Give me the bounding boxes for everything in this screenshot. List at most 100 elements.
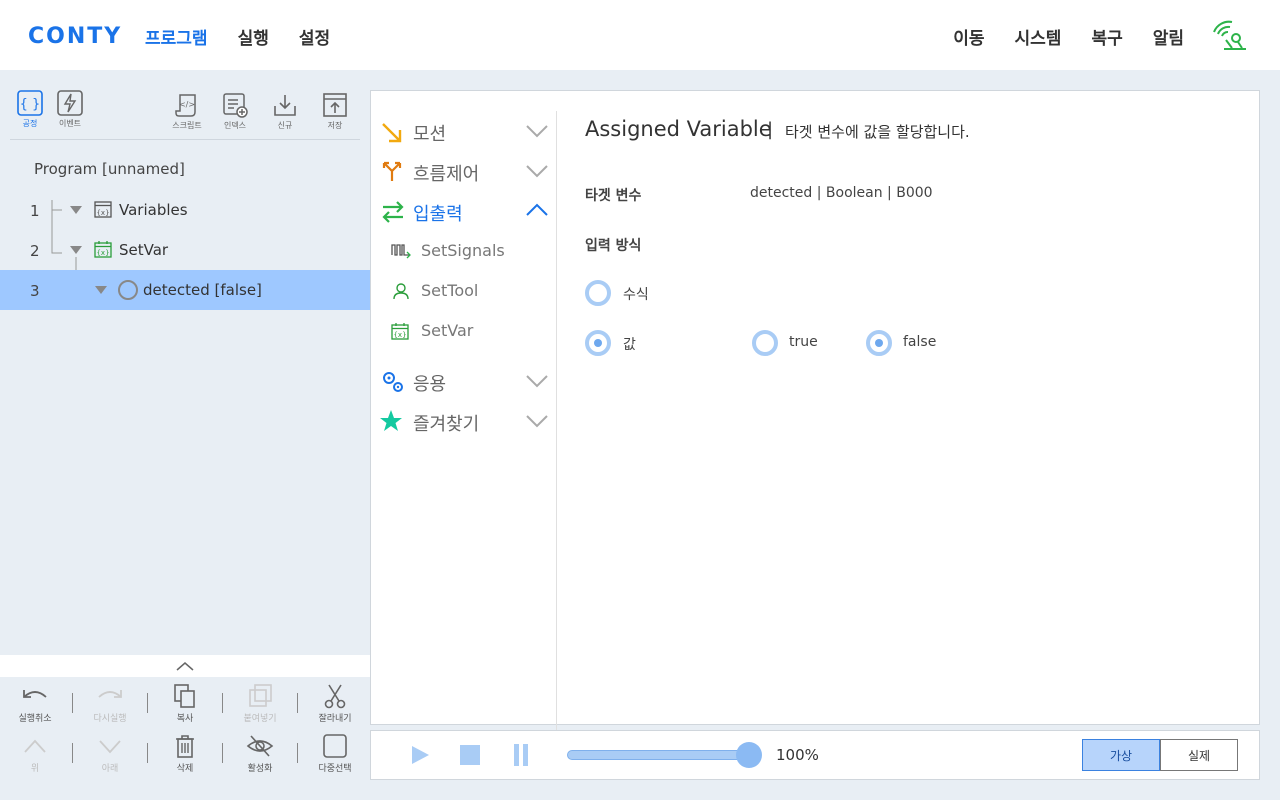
program-title: Program [unnamed] (34, 160, 185, 178)
redo-button[interactable]: 다시실행 (80, 685, 140, 724)
row-number: 2 (30, 242, 40, 260)
upload-tray-icon (323, 93, 347, 117)
script-label: 스크립트 (172, 121, 202, 130)
divider (147, 743, 148, 763)
cut-label: 잘라내기 (318, 714, 352, 724)
value-label: 값 (623, 337, 636, 353)
move-down-button[interactable]: 아래 (80, 735, 140, 774)
svg-text:{x}: {x} (96, 249, 109, 257)
nav-settings[interactable]: 설정 (299, 24, 330, 49)
nav-program[interactable]: 프로그램 (145, 24, 208, 49)
save-label: 저장 (327, 121, 343, 130)
conty-logo: CONTY (28, 24, 123, 49)
tree-row-detected[interactable]: 3 detected [false] (0, 270, 370, 310)
index-button[interactable]: 인덱스 (215, 92, 255, 131)
new-button[interactable]: 신규 (265, 92, 305, 131)
category-flow-control[interactable]: 흐름제어 (379, 156, 549, 186)
command-label: SetTool (421, 281, 479, 300)
delete-button[interactable]: 삭제 (155, 733, 215, 774)
category-label: 흐름제어 (413, 164, 480, 185)
paste-label: 붙여넣기 (243, 714, 277, 724)
save-button[interactable]: 저장 (315, 92, 355, 131)
mode-real-button[interactable]: 실제 (1160, 739, 1238, 771)
target-variable-label: 타겟 변수 (585, 188, 642, 204)
play-icon[interactable] (409, 744, 431, 766)
command-label: SetVar (421, 321, 474, 340)
chevron-up-icon (176, 662, 194, 671)
category-label: 응용 (413, 374, 447, 395)
true-label: true (789, 334, 818, 350)
radio-value[interactable] (585, 330, 611, 356)
row-number: 3 (30, 282, 40, 300)
move-up-button[interactable]: 위 (5, 735, 65, 774)
paste-icon (249, 684, 272, 707)
category-favorites[interactable]: 즐겨찾기 (379, 406, 549, 436)
edit-tools-toggle[interactable] (0, 655, 370, 677)
category-motion[interactable]: 모션 (379, 116, 549, 146)
tree-row-variables[interactable]: 1 {x} Variables (0, 190, 370, 230)
nav-notifications[interactable]: 알림 (1153, 24, 1184, 49)
command-setsignals[interactable]: SetSignals (391, 238, 551, 264)
copy-label: 복사 (176, 714, 194, 724)
system-nav: 이동 시스템 복구 알림 (953, 24, 1184, 49)
category-io[interactable]: 입출력 (379, 196, 549, 226)
tree-row-setvar[interactable]: 2 {x} SetVar (0, 230, 370, 270)
undo-icon (23, 690, 47, 698)
undo-button[interactable]: 실행취소 (5, 685, 65, 724)
collapse-triangle-icon[interactable] (70, 246, 82, 254)
pause-icon[interactable] (511, 744, 531, 766)
redo-icon (98, 690, 122, 698)
new-label: 신규 (277, 121, 293, 130)
speed-slider-thumb[interactable] (736, 742, 762, 768)
divider (297, 743, 298, 763)
setvar-icon: {x} (391, 323, 409, 340)
multi-select-button[interactable]: 다중선택 (305, 733, 365, 774)
speed-slider-track[interactable] (567, 750, 753, 760)
command-editor: 모션 흐름제어 입출력 SetSignals SetTool {x} SetVa… (370, 90, 1260, 736)
row-label: detected [false] (143, 281, 262, 299)
process-label: 공정 (22, 119, 38, 128)
mode-virtual-button[interactable]: 가상 (1082, 739, 1160, 771)
index-list-icon (223, 93, 248, 118)
signals-icon (391, 244, 411, 259)
stop-icon[interactable] (460, 745, 480, 765)
paste-button[interactable]: 붙여넣기 (230, 683, 290, 724)
checkbox-icon (323, 734, 347, 758)
command-settool[interactable]: SetTool (391, 278, 551, 304)
collapse-triangle-icon[interactable] (95, 286, 107, 294)
process-tab[interactable]: { } 공정 (10, 90, 50, 129)
copy-button[interactable]: 복사 (155, 683, 215, 724)
activate-label: 활성화 (247, 764, 273, 774)
gears-icon (383, 372, 403, 392)
event-tab[interactable]: 이벤트 (50, 90, 90, 129)
row-number: 1 (30, 202, 40, 220)
divider (72, 743, 73, 763)
activate-button[interactable]: 활성화 (230, 733, 290, 774)
row-label: Variables (119, 201, 188, 219)
radio-true[interactable] (752, 330, 778, 356)
program-panel: { } 공정 이벤트 </> 스크립트 인덱스 신규 저장 Program [u… (0, 70, 370, 800)
nav-move[interactable]: 이동 (953, 24, 984, 49)
cut-button[interactable]: 잘라내기 (305, 683, 365, 724)
input-method-label: 입력 방식 (585, 238, 642, 254)
chevron-up-icon (24, 739, 46, 753)
robot-connection-icon[interactable] (1212, 18, 1248, 52)
nav-run[interactable]: 실행 (238, 24, 269, 49)
command-setvar[interactable]: {x} SetVar (391, 318, 551, 344)
category-application[interactable]: 응용 (379, 366, 549, 396)
svg-text:{ }: { } (20, 97, 41, 112)
nav-system[interactable]: 시스템 (1015, 24, 1062, 49)
divider (222, 693, 223, 713)
setvar-icon: {x} (94, 241, 112, 258)
undo-label: 실행취소 (18, 714, 52, 724)
script-button[interactable]: </> 스크립트 (167, 92, 207, 131)
nav-recovery[interactable]: 복구 (1091, 24, 1122, 49)
collapse-triangle-icon[interactable] (70, 206, 82, 214)
chevron-down-icon (99, 740, 121, 754)
top-header: CONTY 프로그램 실행 설정 이동 시스템 복구 알림 (0, 0, 1280, 70)
trash-icon (176, 735, 194, 758)
radio-false[interactable] (866, 330, 892, 356)
target-variable-value[interactable]: detected | Boolean | B000 (750, 185, 933, 201)
chevron-down-icon (526, 165, 548, 178)
radio-expression[interactable] (585, 280, 611, 306)
